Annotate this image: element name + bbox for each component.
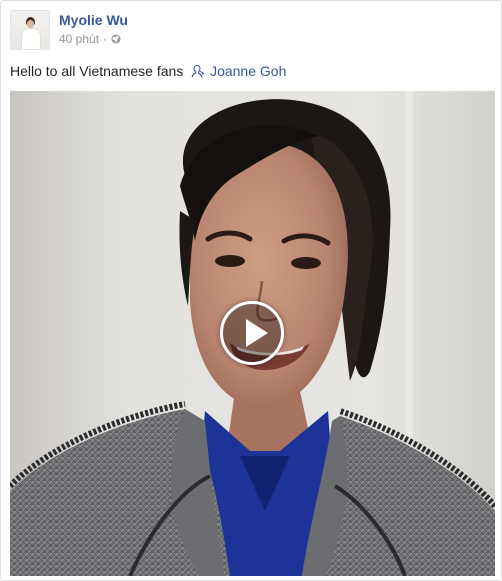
video-player[interactable] xyxy=(10,91,495,576)
avatar-face xyxy=(27,20,34,28)
post-meta: Myolie Wu 40 phút · xyxy=(59,10,128,46)
person-tag-icon xyxy=(191,64,205,78)
play-icon xyxy=(246,319,268,347)
post-subline: 40 phút · xyxy=(59,32,128,46)
author-name[interactable]: Myolie Wu xyxy=(59,12,128,28)
post-card: Myolie Wu 40 phút · Hello to all Vietnam… xyxy=(0,0,502,581)
author-avatar[interactable] xyxy=(10,10,50,50)
separator-dot: · xyxy=(103,32,108,46)
play-button[interactable] xyxy=(220,301,284,365)
post-timestamp[interactable]: 40 phút xyxy=(59,32,99,46)
tagged-person-link[interactable]: Joanne Goh xyxy=(210,63,286,79)
post-message: Hello to all Vietnamese fans xyxy=(10,63,184,79)
globe-icon[interactable] xyxy=(111,34,121,44)
avatar-dress xyxy=(21,28,41,49)
post-text: Hello to all Vietnamese fans Joanne Goh xyxy=(10,62,286,80)
post-header: Myolie Wu 40 phút · xyxy=(10,10,128,52)
